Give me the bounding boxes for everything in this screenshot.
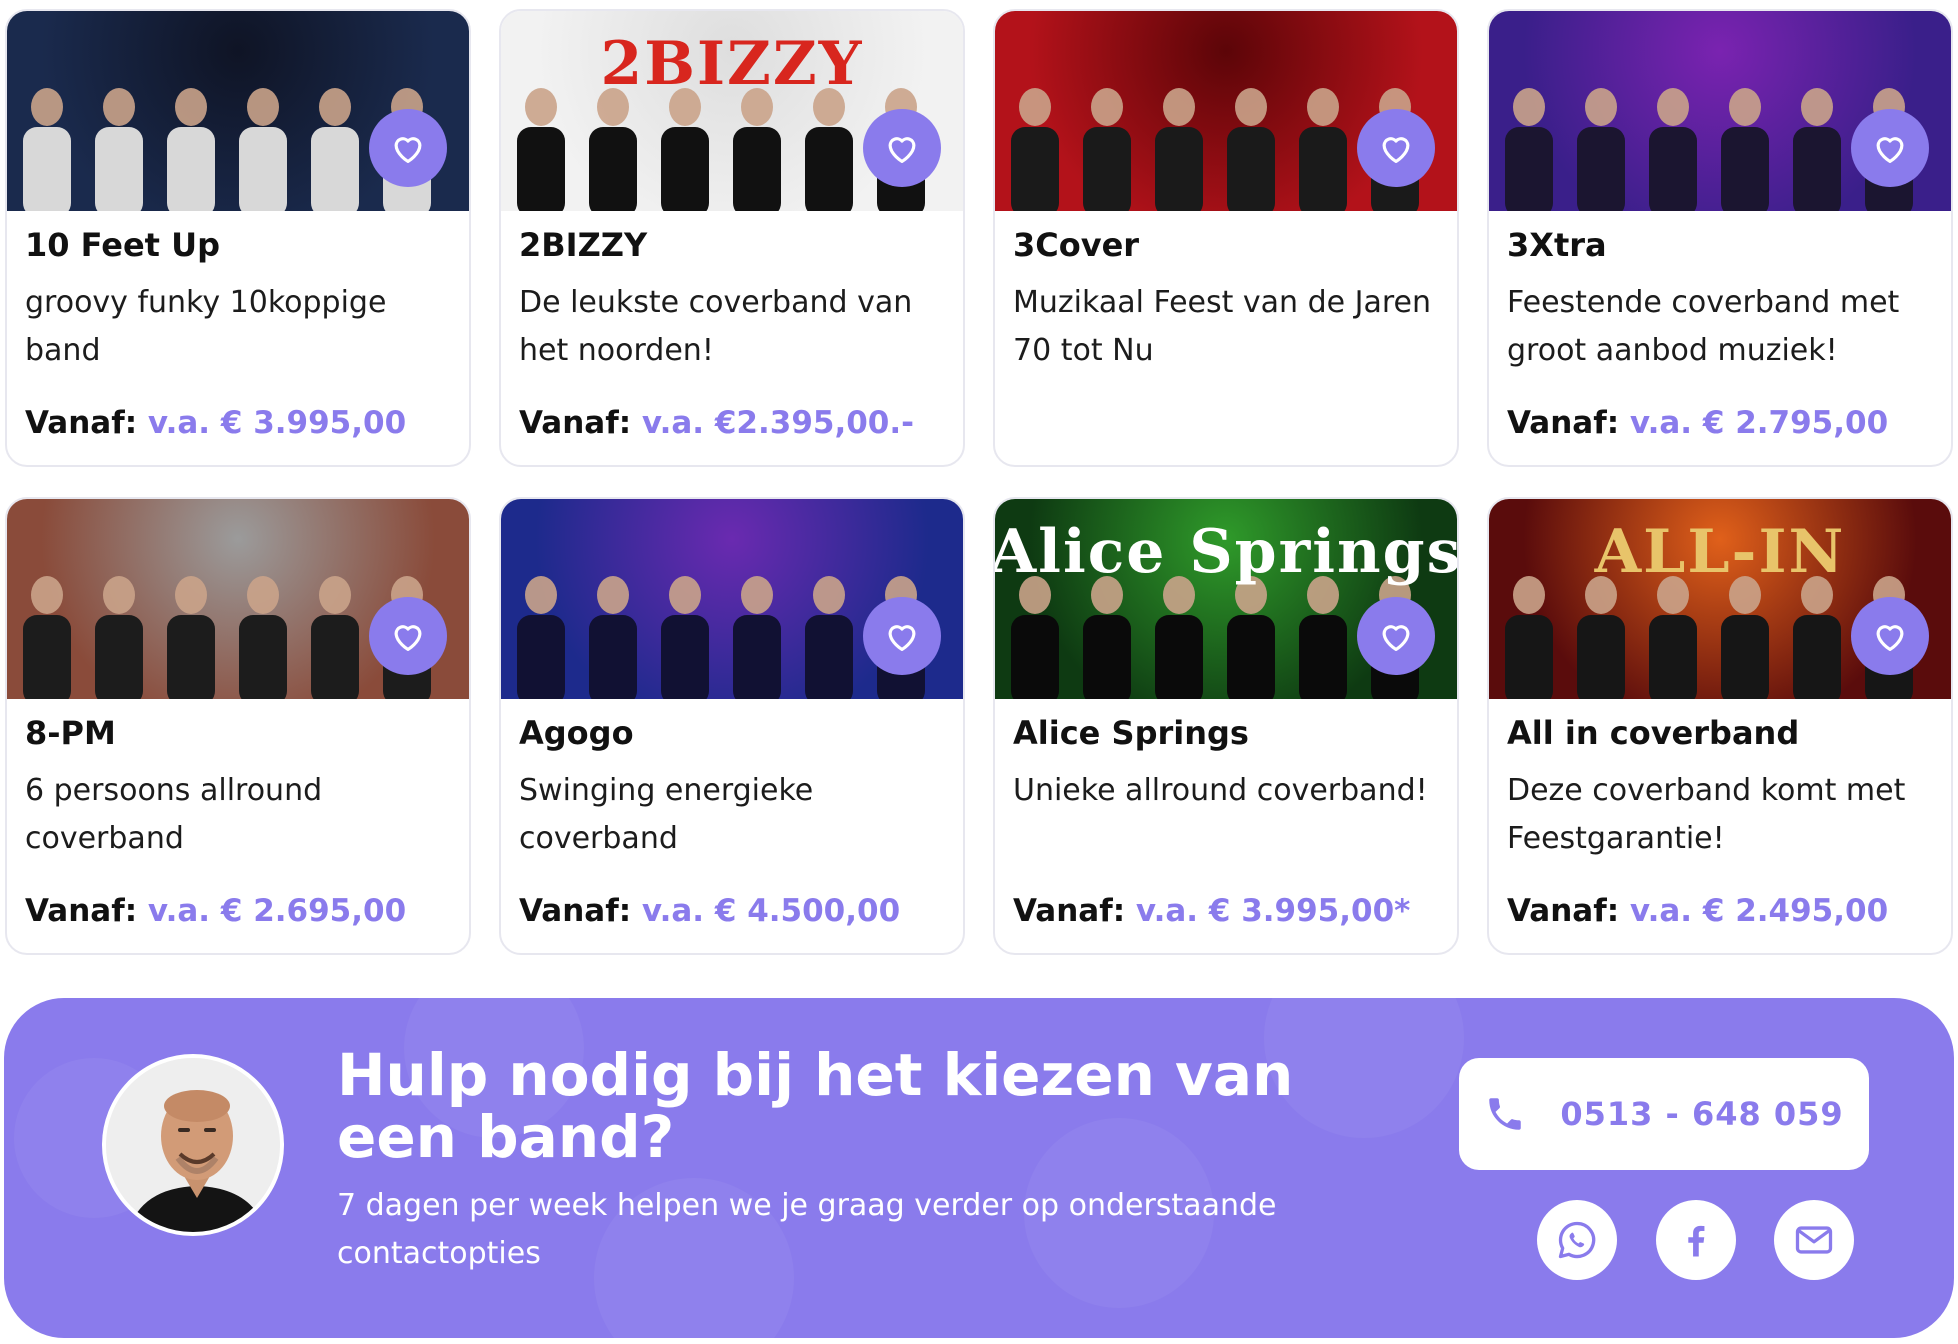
whatsapp-icon bbox=[1558, 1221, 1596, 1259]
band-photo bbox=[7, 11, 469, 211]
advisor-avatar bbox=[102, 1054, 284, 1236]
band-photo: ALL-IN bbox=[1489, 499, 1951, 699]
mail-icon bbox=[1795, 1226, 1833, 1254]
band-card[interactable]: 8-PM 6 persoons allround coverband Vanaf… bbox=[5, 497, 471, 955]
whatsapp-button[interactable] bbox=[1537, 1200, 1617, 1280]
favorite-button[interactable] bbox=[1851, 597, 1929, 675]
price-value: v.a. € 3.995,00* bbox=[1135, 893, 1411, 929]
band-logo-mark: ALL-IN bbox=[1594, 517, 1846, 587]
band-price: Vanaf: v.a. € 4.500,00 bbox=[519, 891, 900, 931]
facebook-icon bbox=[1688, 1225, 1705, 1257]
advisor-photo bbox=[106, 1058, 280, 1232]
favorite-button[interactable] bbox=[369, 109, 447, 187]
band-name[interactable]: Alice Springs bbox=[1013, 713, 1439, 753]
band-name[interactable]: 3Cover bbox=[1013, 225, 1439, 265]
band-card[interactable]: 10 Feet Up groovy funky 10koppige band V… bbox=[5, 9, 471, 467]
band-name[interactable]: 2BIZZY bbox=[519, 225, 945, 265]
heart-icon bbox=[1382, 625, 1410, 652]
band-name[interactable]: Agogo bbox=[519, 713, 945, 753]
band-description: Feestende coverband met groot aanbod muz… bbox=[1507, 285, 1900, 368]
band-price: Vanaf: v.a. €2.395,00.- bbox=[519, 403, 914, 443]
band-name[interactable]: All in coverband bbox=[1507, 713, 1933, 753]
help-title: Hulp nodig bij het kiezen van een band? bbox=[337, 1041, 1294, 1171]
band-photo bbox=[501, 499, 963, 699]
band-photo: Alice Springs bbox=[995, 499, 1457, 699]
favorite-button[interactable] bbox=[863, 597, 941, 675]
band-price: Vanaf: v.a. € 3.995,00* bbox=[1013, 891, 1410, 931]
heart-icon bbox=[888, 137, 916, 164]
price-value: v.a. € 2.495,00 bbox=[1629, 893, 1889, 929]
price-label: Vanaf: bbox=[519, 893, 632, 929]
price-value: v.a. € 2.795,00 bbox=[1629, 405, 1889, 441]
facebook-button[interactable] bbox=[1656, 1200, 1736, 1280]
phone-button[interactable]: 0513 - 648 059 bbox=[1459, 1058, 1869, 1170]
band-card[interactable]: 3Xtra Feestende coverband met groot aanb… bbox=[1487, 9, 1953, 467]
band-price: Vanaf: v.a. € 2.495,00 bbox=[1507, 891, 1888, 931]
price-label: Vanaf: bbox=[1013, 893, 1126, 929]
band-name[interactable]: 3Xtra bbox=[1507, 225, 1933, 265]
help-subtitle: 7 dagen per week helpen we je graag verd… bbox=[337, 1188, 1277, 1271]
heart-icon bbox=[1876, 625, 1904, 652]
help-banner: Hulp nodig bij het kiezen van een band? … bbox=[4, 998, 1954, 1338]
price-value: v.a. € 3.995,00 bbox=[147, 405, 407, 441]
heart-icon bbox=[394, 625, 422, 652]
band-photo bbox=[1489, 11, 1951, 211]
band-photo: 2BIZZY bbox=[501, 11, 963, 211]
heart-icon bbox=[1876, 137, 1904, 164]
band-photo bbox=[7, 499, 469, 699]
price-label: Vanaf: bbox=[1507, 893, 1620, 929]
band-price: Vanaf: v.a. € 3.995,00 bbox=[25, 403, 406, 443]
favorite-button[interactable] bbox=[863, 109, 941, 187]
price-label: Vanaf: bbox=[25, 405, 138, 441]
band-card[interactable]: Agogo Swinging energieke coverband Vanaf… bbox=[499, 497, 965, 955]
heart-icon bbox=[1382, 137, 1410, 164]
email-button[interactable] bbox=[1774, 1200, 1854, 1280]
band-logo-mark: 2BIZZY bbox=[600, 29, 864, 99]
band-description: 6 persoons allround coverband bbox=[25, 773, 323, 856]
favorite-button[interactable] bbox=[1357, 597, 1435, 675]
price-label: Vanaf: bbox=[519, 405, 632, 441]
band-card[interactable]: 3Cover Muzikaal Feest van de Jaren 70 to… bbox=[993, 9, 1459, 467]
price-label: Vanaf: bbox=[25, 893, 138, 929]
band-description: Deze coverband komt met Feestgarantie! bbox=[1507, 773, 1906, 856]
favorite-button[interactable] bbox=[1851, 109, 1929, 187]
band-card[interactable]: ALL-IN All in coverband Deze coverband k… bbox=[1487, 497, 1953, 955]
band-card[interactable]: Alice Springs Alice Springs Unieke allro… bbox=[993, 497, 1459, 955]
phone-number: 0513 - 648 059 bbox=[1560, 1095, 1844, 1133]
band-price: Vanaf: v.a. € 2.795,00 bbox=[1507, 403, 1888, 443]
band-price: Vanaf: v.a. € 2.695,00 bbox=[25, 891, 406, 931]
band-description: Muzikaal Feest van de Jaren 70 tot Nu bbox=[1013, 285, 1432, 368]
phone-icon bbox=[1489, 1098, 1522, 1130]
band-card[interactable]: 2BIZZY 2BIZZY De leukste coverband van h… bbox=[499, 9, 965, 467]
band-grid: 10 Feet Up groovy funky 10koppige band V… bbox=[5, 9, 1955, 955]
band-photo bbox=[995, 11, 1457, 211]
price-value: v.a. € 4.500,00 bbox=[641, 893, 901, 929]
band-description: Unieke allround coverband! bbox=[1013, 773, 1428, 808]
price-value: v.a. € 2.695,00 bbox=[147, 893, 407, 929]
heart-icon bbox=[888, 625, 916, 652]
band-description: De leukste coverband van het noorden! bbox=[519, 285, 913, 368]
band-name[interactable]: 10 Feet Up bbox=[25, 225, 451, 265]
band-description: Swinging energieke coverband bbox=[519, 773, 814, 856]
favorite-button[interactable] bbox=[1357, 109, 1435, 187]
band-name[interactable]: 8-PM bbox=[25, 713, 451, 753]
heart-icon bbox=[394, 137, 422, 164]
band-description: groovy funky 10koppige band bbox=[25, 285, 387, 368]
price-label: Vanaf: bbox=[1507, 405, 1620, 441]
price-value: v.a. €2.395,00.- bbox=[641, 405, 915, 441]
band-logo-mark: Alice Springs bbox=[995, 517, 1457, 587]
favorite-button[interactable] bbox=[369, 597, 447, 675]
